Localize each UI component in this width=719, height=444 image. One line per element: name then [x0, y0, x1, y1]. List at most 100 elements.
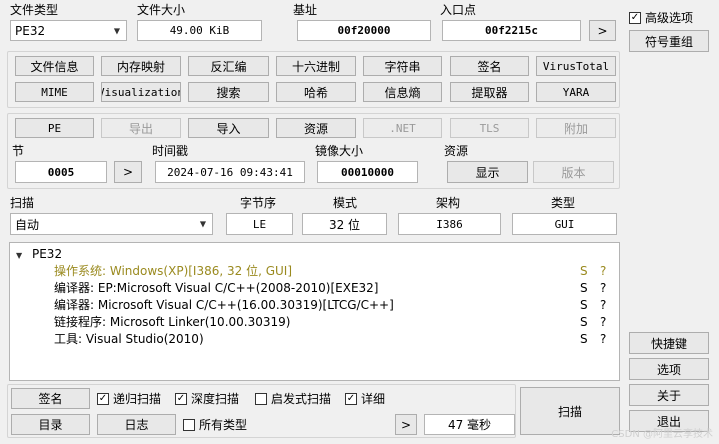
disassembly-button[interactable]: 反汇编	[188, 56, 269, 76]
file-size-label: 文件大小	[137, 3, 186, 17]
show-resource-button[interactable]: 显示	[447, 161, 528, 183]
symbol-demangle-button[interactable]: 符号重组	[629, 30, 709, 52]
recursive-scan-label: 递归扫描	[113, 392, 162, 406]
image-size-label: 镜像大小	[315, 144, 364, 158]
signatures-button[interactable]: 签名	[450, 56, 529, 76]
checkbox-icon	[255, 392, 267, 405]
info-flag[interactable]: ?	[600, 280, 606, 297]
endian-field: LE	[226, 213, 293, 235]
scan-time-field: 47 毫秒	[424, 414, 515, 435]
checkbox-icon: ✓	[97, 392, 109, 405]
checkbox-icon: ✓	[345, 392, 357, 405]
log-button[interactable]: 日志	[97, 414, 176, 435]
tab-import[interactable]: 导入	[188, 118, 269, 138]
checkbox-icon: ✓	[629, 11, 641, 24]
checkbox-icon	[183, 418, 195, 431]
expand-arrow-icon[interactable]: ▼	[16, 251, 22, 260]
advanced-options-label: 高级选项	[645, 11, 694, 25]
file-type-value: PE32	[15, 23, 46, 38]
checkbox-icon: ✓	[175, 392, 187, 405]
deep-scan-checkbox[interactable]: ✓ 深度扫描	[175, 390, 239, 407]
base-address-label: 基址	[293, 3, 318, 17]
mime-button[interactable]: MIME	[15, 82, 94, 102]
scan-button[interactable]: 扫描	[520, 387, 620, 435]
tree-root-label: PE32	[31, 247, 63, 261]
results-tree[interactable]: ▼ PE32 操作系统: Windows(XP)[I386, 32 位, GUI…	[9, 242, 620, 381]
tab-resources[interactable]: 资源	[276, 118, 356, 138]
heuristic-scan-checkbox[interactable]: 启发式扫描	[255, 390, 331, 407]
verbose-checkbox[interactable]: ✓ 详细	[345, 390, 385, 407]
all-types-checkbox[interactable]: 所有类型	[183, 416, 247, 433]
info-flag[interactable]: ?	[600, 314, 606, 331]
visualization-button[interactable]: Visualization	[101, 82, 181, 102]
version-button: 版本	[533, 161, 614, 183]
tree-item[interactable]: 操作系统: Windows(XP)[I386, 32 位, GUI]	[54, 263, 292, 280]
timestamp-label: 时间戳	[152, 144, 189, 158]
chevron-down-icon: ▼	[199, 219, 206, 229]
yara-button[interactable]: YARA	[536, 82, 616, 102]
about-button[interactable]: 关于	[629, 384, 709, 406]
signature-flag[interactable]: S	[580, 263, 588, 280]
extractor-button[interactable]: 提取器	[450, 82, 529, 102]
heuristic-scan-label: 启发式扫描	[271, 392, 332, 406]
tree-item[interactable]: 工具: Visual Studio(2010)	[54, 331, 204, 348]
all-types-label: 所有类型	[199, 418, 248, 432]
section-nav-button[interactable]: >	[114, 161, 142, 183]
type-label: 类型	[551, 196, 576, 210]
file-size-field: 49.00 KiB	[137, 20, 262, 41]
resource-label: 资源	[444, 144, 469, 158]
chevron-down-icon: ▼	[113, 26, 120, 35]
info-flag[interactable]: ?	[600, 297, 606, 314]
image-size-field: 00010000	[317, 161, 418, 183]
strings-button[interactable]: 字符串	[363, 56, 442, 76]
signature-button[interactable]: 签名	[11, 388, 90, 409]
tab-export: 导出	[101, 118, 181, 138]
entry-point-nav-button[interactable]: >	[589, 20, 616, 41]
recursive-scan-checkbox[interactable]: ✓ 递归扫描	[97, 390, 161, 407]
section-count-field: 0005	[15, 161, 107, 183]
bitness-field: 32 位	[302, 213, 387, 235]
info-flag[interactable]: ?	[600, 263, 606, 280]
tab-tls: TLS	[450, 118, 529, 138]
scan-label: 扫描	[10, 196, 35, 210]
info-flag[interactable]: ?	[600, 331, 606, 348]
architecture-label: 架构	[436, 196, 461, 210]
scan-nav-button[interactable]: >	[395, 414, 417, 435]
options-button[interactable]: 选项	[629, 358, 709, 380]
tab-overlay: 附加	[536, 118, 616, 138]
mode-label: 模式	[333, 196, 358, 210]
tree-item[interactable]: 编译器: Microsoft Visual C/C++(16.00.30319)…	[54, 297, 394, 314]
deep-scan-label: 深度扫描	[191, 392, 240, 406]
scan-mode-value: 自动	[15, 217, 40, 232]
virustotal-button[interactable]: VirusTotal	[536, 56, 616, 76]
scan-mode-select[interactable]: 自动 ▼	[10, 213, 213, 235]
tab-pe[interactable]: PE	[15, 118, 94, 138]
hash-button[interactable]: 哈希	[276, 82, 356, 102]
file-type-select[interactable]: PE32 ▼	[10, 20, 127, 41]
tree-item[interactable]: 链接程序: Microsoft Linker(10.00.30319)	[54, 314, 290, 331]
file-info-button[interactable]: 文件信息	[15, 56, 94, 76]
file-type-label: 文件类型	[10, 3, 59, 17]
tree-item[interactable]: 编译器: EP:Microsoft Visual C/C++(2008-2010…	[54, 280, 378, 297]
signature-flag[interactable]: S	[580, 280, 588, 297]
section-label: 节	[12, 144, 25, 158]
entropy-button[interactable]: 信息熵	[363, 82, 442, 102]
subsystem-field: GUI	[512, 213, 617, 235]
search-button[interactable]: 搜索	[188, 82, 269, 102]
advanced-options-checkbox[interactable]: ✓ 高级选项	[629, 9, 693, 26]
watermark: CSDN @阿里云享技术	[611, 429, 713, 440]
memory-map-button[interactable]: 内存映射	[101, 56, 181, 76]
architecture-field: I386	[398, 213, 501, 235]
tree-root[interactable]: ▼ PE32	[16, 246, 62, 263]
verbose-label: 详细	[361, 392, 386, 406]
signature-flag[interactable]: S	[580, 331, 588, 348]
entry-point-field: 00f2215c	[442, 20, 581, 41]
endian-label: 字节序	[240, 196, 277, 210]
signature-flag[interactable]: S	[580, 314, 588, 331]
hex-button[interactable]: 十六进制	[276, 56, 356, 76]
hotkey-button[interactable]: 快捷键	[629, 332, 709, 354]
tab-dotnet: .NET	[363, 118, 442, 138]
signature-flag[interactable]: S	[580, 297, 588, 314]
directory-button[interactable]: 目录	[11, 414, 90, 435]
entry-point-label: 入口点	[440, 3, 477, 17]
